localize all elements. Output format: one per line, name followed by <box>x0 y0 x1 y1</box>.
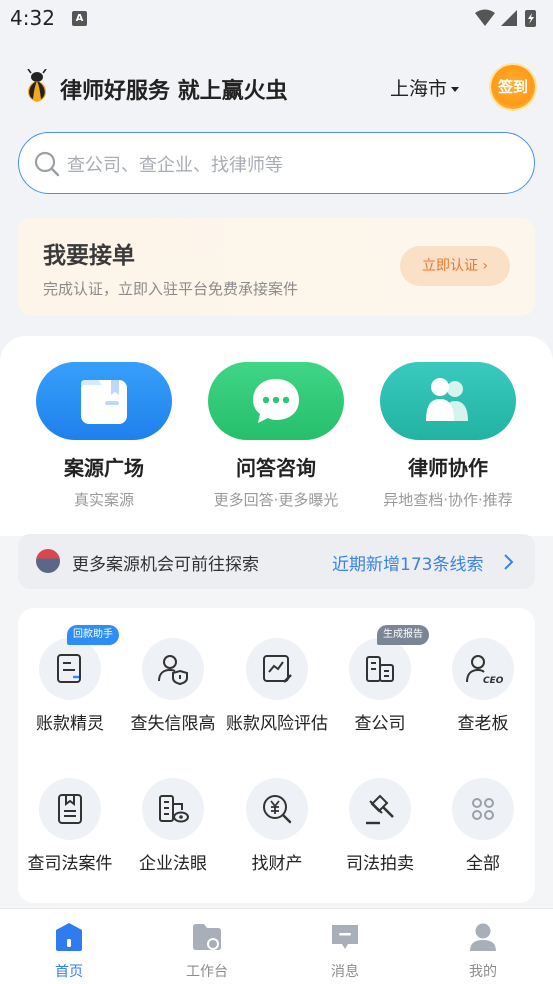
tab-mine[interactable]: 我的 <box>414 909 552 984</box>
feature-sub: 异地查档·协作·推荐 <box>383 491 513 509</box>
tool-label: 找财产 <box>251 854 303 874</box>
tool-enterprise-eye[interactable]: 企业法眼 <box>121 778 225 876</box>
brand-slogan: 律师好服务 就上赢火虫 <box>60 79 288 104</box>
feature-label: 问答咨询 <box>236 456 316 480</box>
status-time: 4:32 <box>10 6 55 30</box>
building-eye-icon <box>159 795 189 823</box>
tool-badge: 生成报告 <box>377 625 429 645</box>
tool-dishonest-check[interactable]: 查失信限高 <box>121 638 225 736</box>
feature-collaboration[interactable]: 律师协作 异地查档·协作·推荐 <box>378 362 518 510</box>
caret-down-icon <box>451 87 460 92</box>
gavel-icon <box>366 794 394 825</box>
feature-case-market[interactable]: 案源广场 真实案源 <box>34 362 174 510</box>
tool-company-search[interactable]: 生成报告 查公司 <box>328 625 432 736</box>
tool-boss-search[interactable]: CEO 查老板 <box>431 638 535 736</box>
tool-label: 企业法眼 <box>139 854 207 874</box>
search-placeholder: 查公司、查企业、找律师等 <box>67 155 283 176</box>
explore-avatar <box>36 549 60 573</box>
bottom-tab-bar: 首页 工作台 消息 我的 <box>0 908 553 984</box>
tool-label: 查老板 <box>457 714 509 734</box>
order-card-title: 我要接单 <box>43 243 135 269</box>
tab-label: 首页 <box>55 964 83 980</box>
explore-bar[interactable]: 更多案源机会可前往探索 近期新增173条线索 <box>18 534 535 589</box>
tool-receivables-assistant[interactable]: 回款助手 账款精灵 <box>18 625 122 736</box>
user-icon <box>470 923 496 951</box>
chart-edit-icon <box>263 655 292 683</box>
tool-judicial-cases[interactable]: 查司法案件 <box>18 778 122 876</box>
tab-workbench[interactable]: 工作台 <box>138 909 276 984</box>
tool-icon-wrap: 生成报告 <box>349 625 429 700</box>
grid-icon <box>472 798 494 820</box>
status-bar: 4:32 A <box>0 0 553 38</box>
chat-bubble-icon <box>253 379 299 423</box>
tool-icon-wrap <box>142 778 204 840</box>
feature-label: 案源广场 <box>64 456 144 480</box>
qa-button[interactable] <box>208 362 344 440</box>
tab-home[interactable]: 首页 <box>0 909 138 984</box>
tool-icon-wrap <box>452 778 514 840</box>
search-input[interactable]: 查公司、查企业、找律师等 <box>18 132 535 194</box>
feature-label: 律师协作 <box>408 456 488 480</box>
tool-label: 查公司 <box>354 714 406 734</box>
document-icon <box>58 794 82 824</box>
tool-icon-wrap: 回款助手 <box>39 625 119 700</box>
tool-all[interactable]: 全部 <box>431 778 535 876</box>
tool-label: 全部 <box>466 854 500 874</box>
tab-messages[interactable]: 消息 <box>276 909 414 984</box>
city-label: 上海市 <box>390 78 448 100</box>
tab-label: 消息 <box>331 964 359 980</box>
message-icon <box>332 925 358 949</box>
svg-text:CEO: CEO <box>483 676 503 686</box>
status-icons <box>475 9 536 27</box>
money-search-icon <box>263 795 292 824</box>
tool-icon-wrap: CEO <box>452 638 514 700</box>
tool-label: 司法拍卖 <box>346 854 414 874</box>
case-market-button[interactable] <box>36 362 172 440</box>
order-card-desc: 完成认证，立即入驻平台免费承接案件 <box>43 280 299 298</box>
folder-doc-icon <box>81 380 127 424</box>
tab-label: 工作台 <box>186 964 228 980</box>
tool-judicial-auction[interactable]: 司法拍卖 <box>328 778 432 876</box>
feature-sub: 真实案源 <box>73 491 134 509</box>
chevron-right-icon <box>504 554 514 570</box>
users-icon <box>426 378 468 421</box>
firefly-logo-icon <box>27 69 47 102</box>
tool-badge: 回款助手 <box>67 625 119 645</box>
tool-risk-assessment[interactable]: 账款风险评估 <box>225 638 329 736</box>
tool-icon-wrap <box>246 778 308 840</box>
person-shield-icon <box>158 655 188 686</box>
tools-grid: 回款助手 账款精灵 查失信限高 账款风险评估 生成报告 查公司 CEO 查老板 … <box>18 608 535 903</box>
tool-icon-wrap <box>39 778 101 840</box>
search-icon <box>34 151 60 177</box>
tool-icon-wrap <box>142 638 204 700</box>
building-icon <box>366 656 394 682</box>
sign-in-button[interactable]: 签到 <box>491 65 535 109</box>
city-selector[interactable]: 上海市 <box>390 74 460 101</box>
tool-icon-wrap <box>246 638 308 700</box>
tool-label: 账款风险评估 <box>226 714 328 734</box>
tool-icon-wrap <box>349 778 411 840</box>
tool-label: 查失信限高 <box>130 714 216 734</box>
home-icon <box>56 923 82 951</box>
folder-icon <box>193 924 221 950</box>
ceo-icon: CEO <box>466 655 503 686</box>
notification-badge-icon: A <box>72 11 87 26</box>
tool-label: 查司法案件 <box>27 854 113 874</box>
take-orders-card[interactable]: 我要接单 完成认证，立即入驻平台免费承接案件 立即认证 › <box>18 218 535 316</box>
certify-now-button[interactable]: 立即认证 › <box>400 246 510 286</box>
explore-text: 更多案源机会可前往探索 <box>72 555 259 575</box>
explore-link[interactable]: 近期新增173条线索 <box>332 550 483 575</box>
tool-label: 账款精灵 <box>36 714 104 734</box>
collaboration-button[interactable] <box>380 362 516 440</box>
tool-find-assets[interactable]: 找财产 <box>225 778 329 876</box>
feature-qa[interactable]: 问答咨询 更多回答·更多曝光 <box>206 362 346 510</box>
receipt-edit-icon <box>57 654 81 683</box>
brand-header: 律师好服务 就上赢火虫 上海市 签到 <box>20 65 535 113</box>
tab-label: 我的 <box>469 964 497 980</box>
feature-sub: 更多回答·更多曝光 <box>213 491 339 509</box>
